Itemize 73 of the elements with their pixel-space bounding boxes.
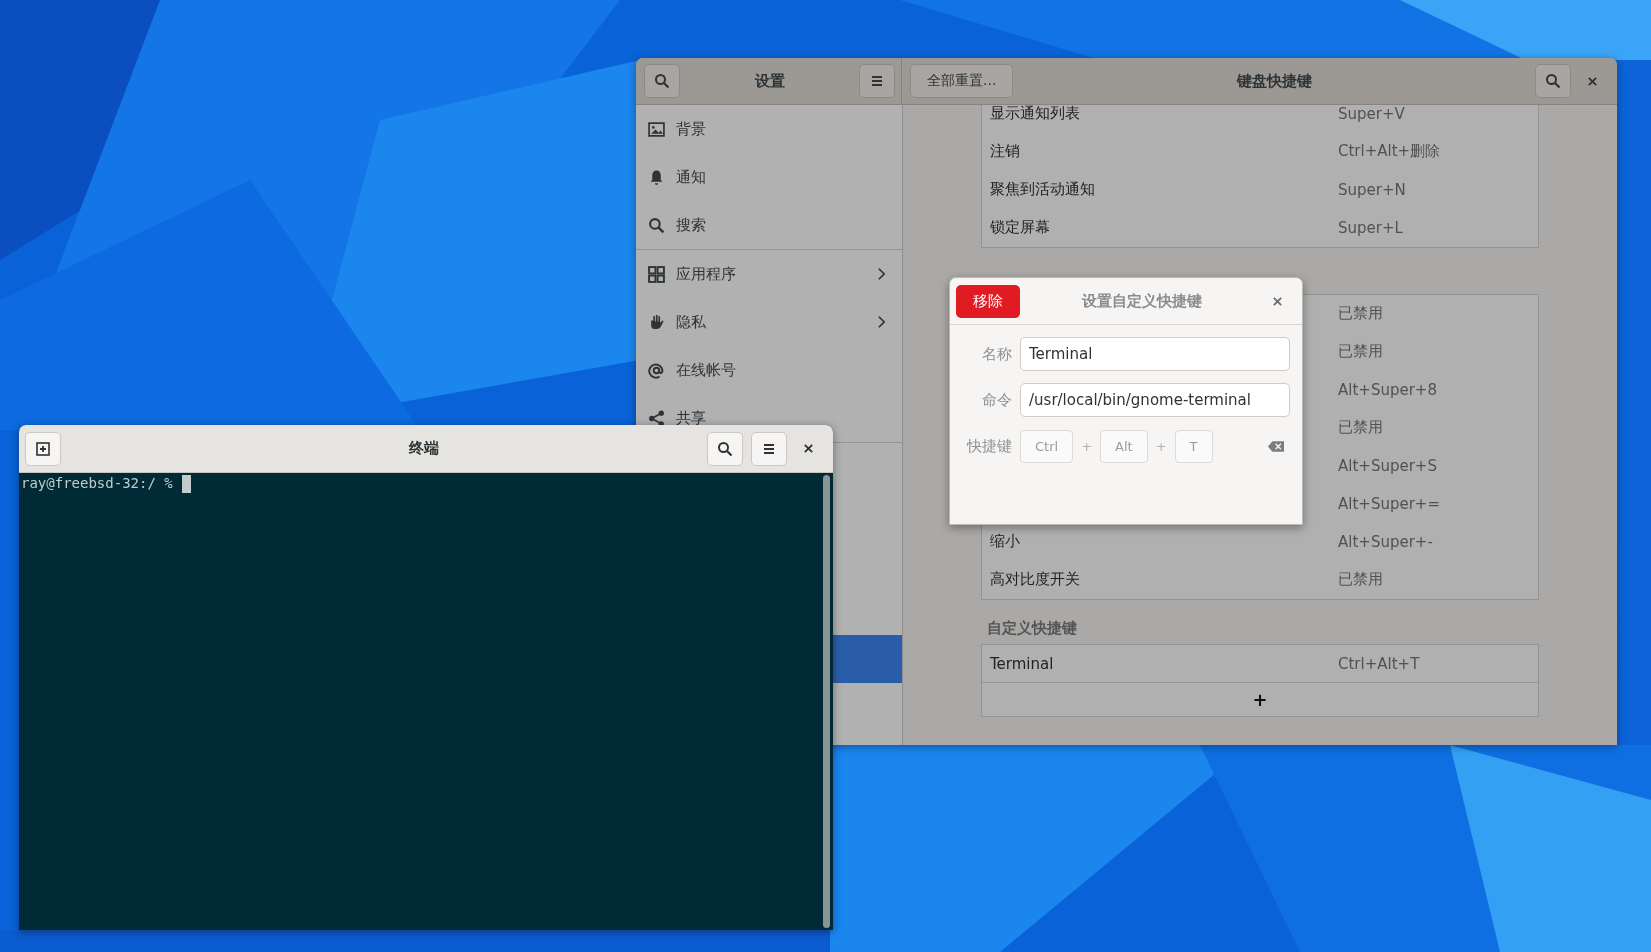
reset-all-button[interactable]: 全部重置... <box>910 64 1014 98</box>
field-label: 快捷键 <box>965 436 1012 456</box>
add-shortcut-button[interactable]: + <box>982 683 1538 716</box>
hand-icon <box>648 313 665 331</box>
menu-button[interactable] <box>751 431 787 466</box>
key-cap: Ctrl <box>1020 429 1074 463</box>
input-field[interactable]: /usr/local/bin/gnome-terminal <box>1020 383 1290 417</box>
field-label: 名称 <box>981 344 1012 364</box>
shortcut-row[interactable]: 高对比度开关 已禁用 <box>982 561 1538 599</box>
terminal-screen[interactable]: ray@freebsd-32:/ % <box>19 473 820 930</box>
section-heading: 自定义快捷键 <box>986 618 1078 639</box>
bell-icon <box>648 168 665 186</box>
sidebar-item[interactable]: 背景 <box>636 105 902 153</box>
shell-prompt: ray@freebsd-32:/ % <box>21 475 173 491</box>
sidebar-item[interactable]: 隐私 <box>636 298 902 346</box>
search-icon <box>1545 73 1561 89</box>
shortcut-name: 锁定屏幕 <box>990 218 1050 236</box>
key-cap: Alt <box>1100 429 1148 463</box>
sidebar-item[interactable]: 应用程序 <box>636 250 902 298</box>
search-button[interactable] <box>707 431 743 466</box>
key-cap: T <box>1174 429 1213 463</box>
text-cursor <box>181 475 191 493</box>
input-field[interactable]: Terminal <box>1020 337 1290 371</box>
image-icon <box>648 120 665 138</box>
sidebar-item[interactable]: 通知 <box>636 153 902 201</box>
backspace-icon <box>1268 440 1284 452</box>
share-icon <box>648 409 665 427</box>
shortcut-row[interactable]: 注销 Ctrl+Alt+删除 <box>982 133 1538 171</box>
menu-icon <box>869 73 885 89</box>
shortcut-name: 注销 <box>990 142 1020 160</box>
shortcut-keys: Super+V <box>1338 105 1405 123</box>
shortcut-row[interactable]: 显示通知列表 Super+V <box>982 105 1538 133</box>
search-icon <box>648 216 665 234</box>
shortcut-row[interactable]: 聚焦到活动通知 Super+N <box>982 171 1538 209</box>
sidebar-item[interactable]: 在线帐号 <box>636 346 902 394</box>
close-icon <box>1586 75 1598 87</box>
close-icon <box>802 443 814 454</box>
menu-button[interactable] <box>859 64 895 98</box>
shortcut-keys: Alt+Super+- <box>1338 532 1433 551</box>
search-icon <box>717 440 733 457</box>
sidebar-item[interactable]: 搜索 <box>636 201 902 249</box>
shortcut-keys: Ctrl+Alt+删除 <box>1338 142 1441 161</box>
shortcut-name: 显示通知列表 <box>990 105 1080 122</box>
scrollbar[interactable] <box>823 475 830 928</box>
shortcut-name: 聚焦到活动通知 <box>990 180 1095 198</box>
at-sign-icon <box>648 361 665 379</box>
plus-sign: + <box>1081 438 1093 454</box>
new-tab-icon <box>35 440 51 457</box>
shortcut-row[interactable]: 缩小 Alt+Super+- <box>982 523 1538 561</box>
panel-title: 键盘快捷键 <box>1235 71 1313 91</box>
grid-icon <box>648 265 665 283</box>
shortcut-name: 高对比度开关 <box>990 570 1080 588</box>
shortcut-keys: Alt+Super+S <box>1338 456 1437 475</box>
shortcut-keys: Alt+Super+= <box>1338 494 1440 513</box>
window-title: 终端 <box>408 439 440 458</box>
shortcut-name: 缩小 <box>990 532 1020 550</box>
search-icon <box>654 73 670 89</box>
new-tab-button[interactable] <box>25 431 61 466</box>
search-button[interactable] <box>644 64 680 98</box>
shortcut-keys: 已禁用 <box>1338 570 1383 589</box>
window-title: 设置 <box>753 71 786 91</box>
shortcut-row[interactable]: 锁定屏幕 Super+L <box>982 209 1538 247</box>
shortcut-keys: Super+N <box>1338 180 1406 199</box>
close-icon <box>1271 295 1283 307</box>
shortcut-row[interactable]: Terminal Ctrl+Alt+T <box>982 645 1538 683</box>
remove-button[interactable]: 移除 <box>956 284 1020 318</box>
plus-sign: + <box>1155 438 1167 454</box>
shortcut-keys: Super+L <box>1338 218 1403 237</box>
dialog-title: 设置自定义快捷键 <box>1080 291 1203 311</box>
shortcut-name: Terminal <box>990 654 1054 673</box>
search-button[interactable] <box>1535 64 1571 98</box>
field-label: 命令 <box>981 390 1012 410</box>
shortcut-keys: Ctrl+Alt+T <box>1338 654 1420 673</box>
